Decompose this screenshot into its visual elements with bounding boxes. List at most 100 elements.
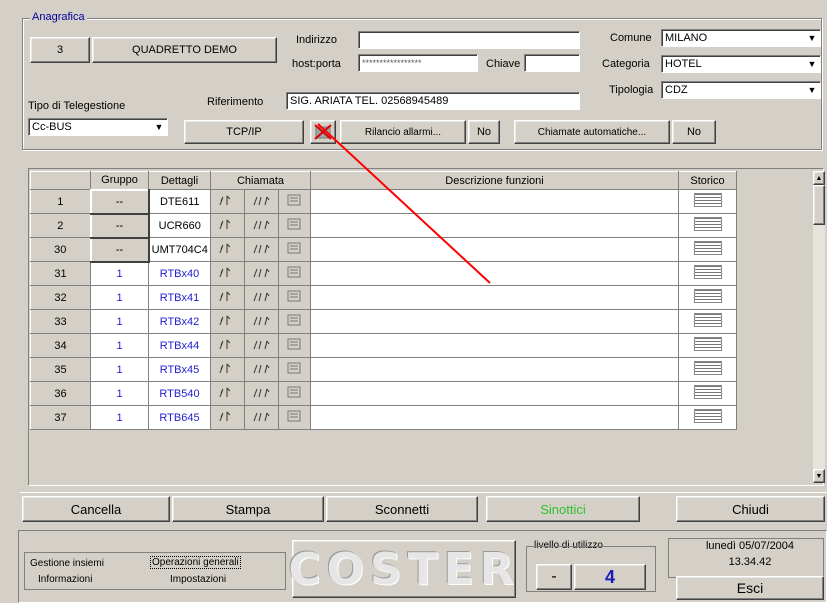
history-icon[interactable] xyxy=(693,289,722,303)
stampa-button[interactable]: Stampa xyxy=(172,496,324,522)
chiave-field[interactable] xyxy=(524,54,580,72)
row-gruppo[interactable]: -- xyxy=(89,212,150,239)
header-descrizione[interactable]: Descrizione funzioni xyxy=(310,171,679,190)
row-gruppo[interactable]: 1 xyxy=(90,261,149,286)
row-descrizione[interactable] xyxy=(310,237,679,262)
scroll-thumb[interactable] xyxy=(813,185,825,225)
row-storico[interactable] xyxy=(678,381,737,406)
table-row[interactable]: 33 1 RTBx42 xyxy=(30,309,737,334)
row-dettagli[interactable]: RTBx44 xyxy=(148,333,211,358)
row-descrizione[interactable] xyxy=(310,189,679,214)
row-id[interactable]: 34 xyxy=(30,333,91,358)
code-button[interactable]: 3 xyxy=(30,37,90,63)
row-descrizione[interactable] xyxy=(310,333,679,358)
header-dettagli[interactable]: Dettagli xyxy=(148,171,211,190)
row-dettagli[interactable]: RTB540 xyxy=(148,381,211,406)
row-id[interactable]: 37 xyxy=(30,405,91,430)
row-id[interactable]: 36 xyxy=(30,381,91,406)
chevron-down-icon[interactable]: ▼ xyxy=(804,82,820,98)
chevron-down-icon[interactable]: ▼ xyxy=(804,30,820,46)
table-row[interactable]: 34 1 RTBx44 xyxy=(30,333,737,358)
row-storico[interactable] xyxy=(678,189,737,214)
call-list-icon[interactable] xyxy=(278,237,311,262)
row-gruppo[interactable]: 1 xyxy=(90,357,149,382)
row-dettagli[interactable]: RTBx45 xyxy=(148,357,211,382)
row-id[interactable]: 32 xyxy=(30,285,91,310)
scroll-up-icon[interactable]: ▲ xyxy=(813,171,825,185)
tcpip-button[interactable]: TCP/IP xyxy=(184,120,304,144)
history-icon[interactable] xyxy=(693,337,722,351)
row-descrizione[interactable] xyxy=(310,213,679,238)
row-gruppo[interactable]: -- xyxy=(89,188,150,215)
call-multi-icon[interactable] xyxy=(244,357,279,382)
call-list-icon[interactable] xyxy=(278,285,311,310)
call-multi-icon[interactable] xyxy=(244,381,279,406)
categoria-combo[interactable]: HOTEL ▼ xyxy=(661,55,821,73)
call-list-icon[interactable] xyxy=(278,189,311,214)
chiamate-value[interactable]: No xyxy=(672,120,716,144)
tipologia-combo[interactable]: CDZ ▼ xyxy=(661,81,821,99)
row-dettagli[interactable]: RTBx42 xyxy=(148,309,211,334)
table-row[interactable]: 2 -- UCR660 xyxy=(30,212,737,239)
sconnetti-button[interactable]: Sconnetti xyxy=(326,496,478,522)
chevron-down-icon[interactable]: ▼ xyxy=(804,56,820,72)
row-descrizione[interactable] xyxy=(310,405,679,430)
call-multi-icon[interactable] xyxy=(244,261,279,286)
call-list-icon[interactable] xyxy=(278,381,311,406)
history-icon[interactable] xyxy=(693,217,722,231)
row-storico[interactable] xyxy=(678,285,737,310)
call-multi-icon[interactable] xyxy=(244,405,279,430)
row-storico[interactable] xyxy=(678,357,737,382)
row-dettagli[interactable]: RTBx40 xyxy=(148,261,211,286)
call-single-icon[interactable] xyxy=(210,381,245,406)
hostporta-field[interactable]: ***************** xyxy=(358,54,478,72)
call-single-icon[interactable] xyxy=(210,309,245,334)
header-chiamata[interactable]: Chiamata xyxy=(210,171,311,190)
call-list-icon[interactable] xyxy=(278,261,311,286)
history-icon[interactable] xyxy=(693,265,722,279)
sinottici-button[interactable]: Sinottici xyxy=(486,496,640,522)
row-id[interactable]: 33 xyxy=(30,309,91,334)
call-single-icon[interactable] xyxy=(210,357,245,382)
row-gruppo[interactable]: 1 xyxy=(90,309,149,334)
row-descrizione[interactable] xyxy=(310,357,679,382)
row-id[interactable]: 1 xyxy=(30,189,91,214)
row-descrizione[interactable] xyxy=(310,381,679,406)
scroll-down-icon[interactable]: ▼ xyxy=(813,469,825,483)
table-row[interactable]: 1 -- DTE611 xyxy=(30,188,737,215)
row-descrizione[interactable] xyxy=(310,285,679,310)
livello-minus-button[interactable]: - xyxy=(536,564,572,590)
table-row[interactable]: 37 1 RTB645 xyxy=(30,405,737,430)
tipo-telegestione-combo[interactable]: Cc-BUS ▼ xyxy=(28,118,168,136)
call-single-icon[interactable] xyxy=(210,237,245,262)
row-descrizione[interactable] xyxy=(310,261,679,286)
row-id[interactable]: 2 xyxy=(30,213,91,238)
row-dettagli[interactable]: UCR660 xyxy=(148,213,211,238)
table-row[interactable]: 32 1 RTBx41 xyxy=(30,285,737,310)
call-multi-icon[interactable] xyxy=(244,213,279,238)
chiamate-automatiche-button[interactable]: Chiamate automatiche... xyxy=(514,120,670,144)
row-dettagli[interactable]: UMT704C4 xyxy=(148,237,211,262)
history-icon[interactable] xyxy=(693,313,722,327)
row-descrizione[interactable] xyxy=(310,309,679,334)
row-storico[interactable] xyxy=(678,309,737,334)
table-row[interactable]: 30 -- UMT704C4 xyxy=(30,236,737,263)
table-row[interactable]: 36 1 RTB540 xyxy=(30,381,737,406)
call-multi-icon[interactable] xyxy=(244,189,279,214)
call-list-icon[interactable] xyxy=(278,333,311,358)
cancella-button[interactable]: Cancella xyxy=(22,496,170,522)
call-single-icon[interactable] xyxy=(210,189,245,214)
rilancio-value[interactable]: No xyxy=(468,120,500,144)
row-id[interactable]: 35 xyxy=(30,357,91,382)
call-single-icon[interactable] xyxy=(210,405,245,430)
name-button[interactable]: QUADRETTO DEMO xyxy=(92,37,277,63)
call-multi-icon[interactable] xyxy=(244,285,279,310)
call-single-icon[interactable] xyxy=(210,213,245,238)
history-icon[interactable] xyxy=(693,361,722,375)
row-id[interactable]: 30 xyxy=(30,237,91,262)
row-gruppo[interactable]: 1 xyxy=(90,333,149,358)
call-single-icon[interactable] xyxy=(210,285,245,310)
row-gruppo[interactable]: 1 xyxy=(90,405,149,430)
header-gruppo[interactable]: Gruppo xyxy=(90,171,149,190)
call-list-icon[interactable] xyxy=(278,357,311,382)
